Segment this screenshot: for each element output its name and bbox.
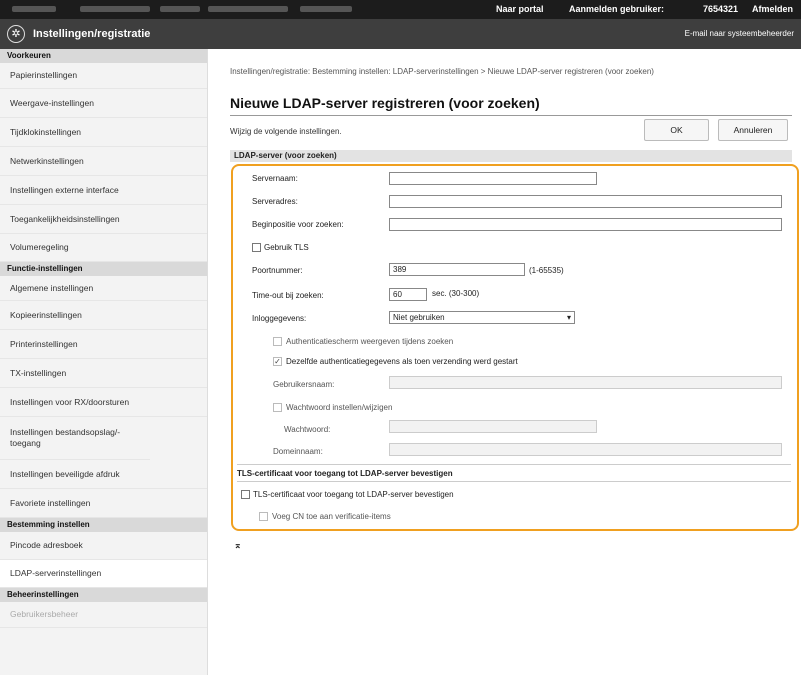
- sidebar-item-printer[interactable]: Printerinstellingen: [0, 330, 207, 359]
- app-title: Instellingen/registratie: [33, 28, 151, 40]
- section-ldap-server: LDAP-server (voor zoeken): [230, 150, 792, 162]
- sidebar-section-preferences: Voorkeuren: [0, 49, 207, 63]
- sidebar-item-secure-print[interactable]: Instellingen beveiligde afdruk: [0, 460, 207, 489]
- server-address-label: Serveradres:: [252, 197, 298, 206]
- section-divider: [237, 464, 791, 465]
- port-input[interactable]: 389: [389, 263, 525, 276]
- back-to-top-icon[interactable]: ⌅: [234, 540, 242, 551]
- title-divider: [230, 115, 792, 116]
- logout-link[interactable]: Afmelden: [752, 4, 793, 14]
- domain-label: Domeinnaam:: [273, 447, 323, 456]
- login-info-label: Inloggegevens:: [252, 314, 307, 323]
- server-address-input[interactable]: [389, 195, 782, 208]
- user-id: 7654321: [703, 4, 739, 14]
- page-description: Wijzig de volgende instellingen.: [230, 127, 342, 136]
- cancel-button[interactable]: Annuleren: [718, 119, 788, 141]
- sidebar-item-file-storage[interactable]: Instellingen bestandsopslag/-toegang: [0, 417, 150, 460]
- sidebar-item-ldap[interactable]: LDAP-serverinstellingen: [0, 560, 207, 588]
- server-name-input[interactable]: [389, 172, 597, 185]
- port-range: (1-65535): [529, 266, 564, 275]
- username-input[interactable]: [389, 376, 782, 389]
- verify-cert-checkbox[interactable]: [241, 490, 250, 499]
- app-header: ✲ Instellingen/registratie E-mail naar s…: [0, 19, 801, 49]
- password-label: Wachtwoord:: [284, 425, 331, 434]
- chevron-down-icon: ▾: [566, 313, 571, 322]
- show-auth-checkbox[interactable]: [273, 337, 282, 346]
- sidebar-item-display[interactable]: Weergave-instellingen: [0, 89, 207, 118]
- sidebar-item-addressbook-pin[interactable]: Pincode adresboek: [0, 532, 207, 560]
- sidebar-item-copy[interactable]: Kopieerinstellingen: [0, 301, 207, 330]
- timeout-label: Time-out bij zoeken:: [252, 291, 324, 300]
- top-bar: Naar portal Aanmelden gebruiker: 7654321…: [0, 0, 801, 19]
- add-cn-label: Voeg CN toe aan verificatie-items: [272, 512, 391, 521]
- timeout-input[interactable]: 60: [389, 288, 427, 301]
- start-search-label: Beginpositie voor zoeken:: [252, 220, 344, 229]
- blurred-text: [208, 6, 288, 12]
- same-auth-checkbox[interactable]: ✓: [273, 357, 282, 366]
- add-cn-checkbox[interactable]: [259, 512, 268, 521]
- portal-link[interactable]: Naar portal: [496, 4, 544, 14]
- sidebar-item-tx[interactable]: TX-instellingen: [0, 359, 207, 388]
- timeout-unit: sec. (30-300): [432, 289, 480, 298]
- login-user-label: Aanmelden gebruiker:: [569, 4, 665, 14]
- show-auth-label: Authenticatiescherm weergeven tijdens zo…: [286, 337, 454, 346]
- sidebar-item-general[interactable]: Algemene instellingen: [0, 276, 207, 301]
- start-search-input[interactable]: [389, 218, 782, 231]
- sidebar-section-destination: Bestemming instellen: [0, 518, 207, 532]
- password-input[interactable]: [389, 420, 597, 433]
- mail-admin-link[interactable]: E-mail naar systeembeheerder: [685, 29, 794, 38]
- port-label: Poortnummer:: [252, 266, 303, 275]
- use-tls-label: Gebruik TLS: [264, 243, 309, 252]
- breadcrumb: Instellingen/registratie: Bestemming ins…: [230, 67, 654, 76]
- domain-input[interactable]: [389, 443, 782, 456]
- sidebar-item-clock[interactable]: Tijdklokinstellingen: [0, 118, 207, 147]
- sidebar-section-functions: Functie-instellingen: [0, 262, 207, 276]
- blurred-text: [80, 6, 150, 12]
- sidebar-item-user-management[interactable]: Gebruikersbeheer: [0, 602, 207, 628]
- blurred-text: [300, 6, 352, 12]
- username-label: Gebruikersnaam:: [273, 380, 335, 389]
- sidebar-item-network[interactable]: Netwerkinstellingen: [0, 147, 207, 176]
- set-password-label: Wachtwoord instellen/wijzigen: [286, 403, 393, 412]
- same-auth-label: Dezelfde authenticatiegegevens als toen …: [286, 357, 518, 366]
- use-tls-checkbox[interactable]: [252, 243, 261, 252]
- login-info-select[interactable]: Niet gebruiken ▾: [389, 311, 575, 324]
- sidebar-item-volume[interactable]: Volumeregeling: [0, 234, 207, 262]
- blurred-text: [160, 6, 200, 12]
- section-divider: [237, 481, 791, 482]
- sidebar-section-management: Beheerinstellingen: [0, 588, 207, 602]
- sidebar-item-external-interface[interactable]: Instellingen externe interface: [0, 176, 207, 205]
- page-title: Nieuwe LDAP-server registreren (voor zoe…: [230, 95, 540, 111]
- settings-logo-icon: ✲: [7, 25, 25, 43]
- sidebar-item-favorites[interactable]: Favoriete instellingen: [0, 489, 207, 518]
- server-name-label: Servernaam:: [252, 174, 298, 183]
- blurred-text: [12, 6, 56, 12]
- sidebar-item-accessibility[interactable]: Toegankelijkheidsinstellingen: [0, 205, 207, 234]
- sidebar-item-rx-forward[interactable]: Instellingen voor RX/doorsturen: [0, 388, 207, 417]
- section-tls-cert: TLS-certificaat voor toegang tot LDAP-se…: [237, 469, 453, 478]
- sidebar: Voorkeuren Papierinstellingen Weergave-i…: [0, 49, 208, 675]
- login-info-value: Niet gebruiken: [393, 313, 445, 322]
- verify-cert-label: TLS-certificaat voor toegang tot LDAP-se…: [253, 490, 454, 499]
- sidebar-item-paper[interactable]: Papierinstellingen: [0, 63, 207, 89]
- set-password-checkbox[interactable]: [273, 403, 282, 412]
- ok-button[interactable]: OK: [644, 119, 709, 141]
